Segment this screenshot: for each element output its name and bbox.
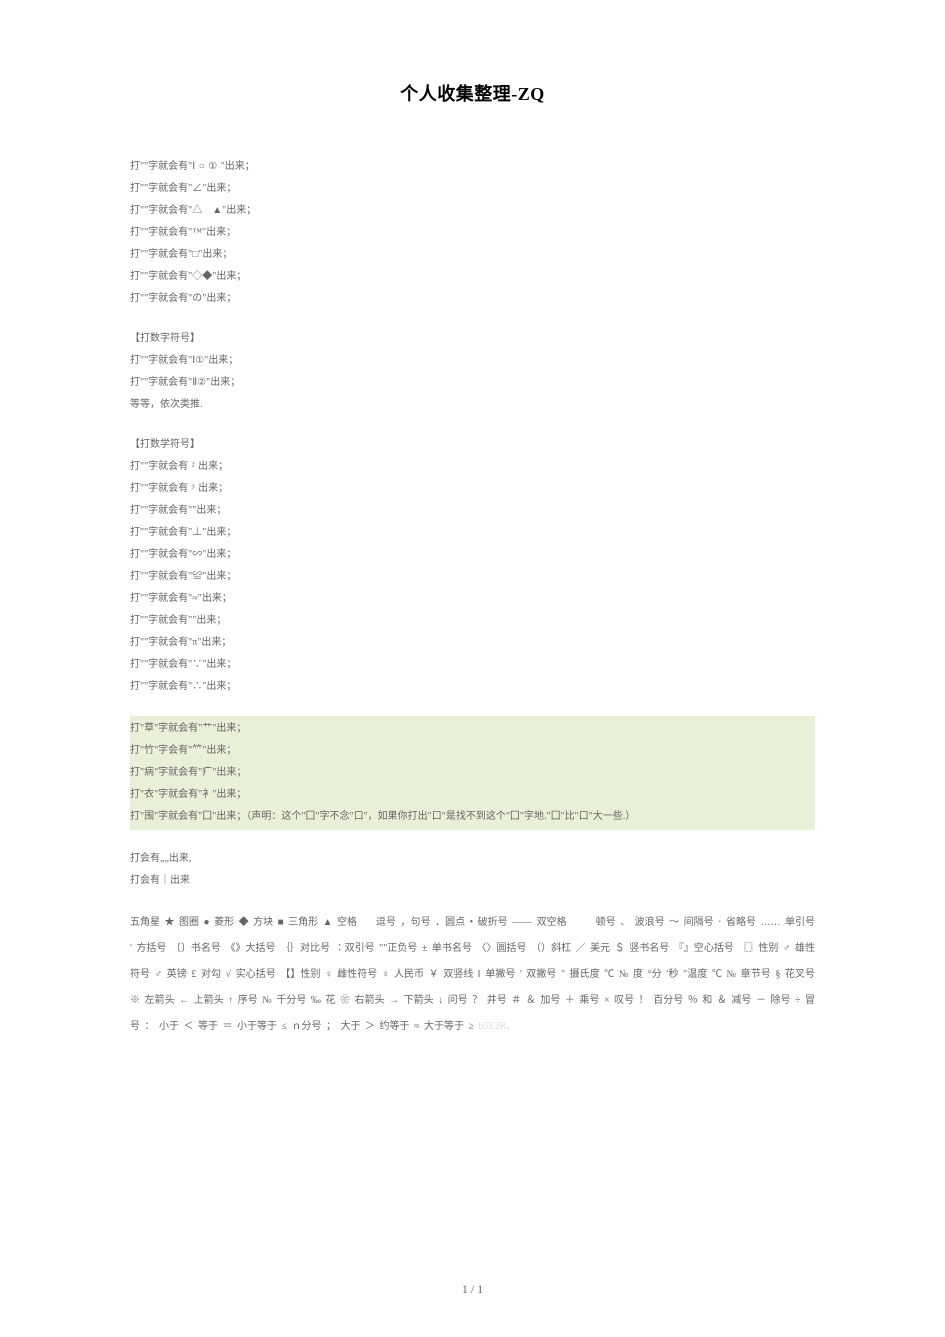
text-line: 打""字就会有""出来； xyxy=(130,500,815,522)
text-line: 打""字就会有"Ⅰ①"出来； xyxy=(130,350,815,372)
text-line: 打""字就会有"≌"出来； xyxy=(130,566,815,588)
text-line: 打""字就会有"∴"出来； xyxy=(130,676,815,698)
text-line: 打""字就会有"≈"出来； xyxy=(130,588,815,610)
text-line: 打""字就会有"∠"出来； xyxy=(130,178,815,200)
trailing-code: b5E2R。 xyxy=(478,1021,516,1032)
page-number: 1 / 1 xyxy=(462,1282,483,1297)
symbols-paragraph: 五角星 ★ 图圈 ● 菱形 ◆ 方块 ■ 三角形 ▲ 空格 逗号 ，句号 ．圆点… xyxy=(130,910,815,1040)
text-line: 打""字就会有"Ⅱ②"出来； xyxy=(130,372,815,394)
text-line: 打""字就会有"の"出来； xyxy=(130,288,815,310)
block-3: 【打数学符号】 打""字就会有 ² 出来； 打""字就会有 ³ 出来； 打""字… xyxy=(130,434,815,698)
text-line: 打""字就会有""出来； xyxy=(130,610,815,632)
text-line: 打""字就会有"⊥"出来； xyxy=(130,522,815,544)
text-line: 打""字就会有"□"出来； xyxy=(130,244,815,266)
page-container: 个人收集整理-ZQ 打""字就会有"Ⅰ ○ ① "出来； 打""字就会有"∠"出… xyxy=(0,0,945,1090)
block-1: 打""字就会有"Ⅰ ○ ① "出来； 打""字就会有"∠"出来； 打""字就会有… xyxy=(130,156,815,310)
text-line: 打""字就会有"△ ▲"出来； xyxy=(130,200,815,222)
text-line: 打会有„„出来, xyxy=(130,848,815,870)
block-2: 【打数字符号】 打""字就会有"Ⅰ①"出来； 打""字就会有"Ⅱ②"出来； 等等… xyxy=(130,328,815,416)
text-line: 打""字就会有"∵"出来； xyxy=(130,654,815,676)
section-heading: 【打数字符号】 xyxy=(130,328,815,350)
block-4-highlighted: 打"草"字就会有"艹"出来； 打"竹"字会有"⺮"出来； 打"病"字就会有"疒"… xyxy=(130,716,815,830)
text-line: 打"病"字就会有"疒"出来； xyxy=(130,762,815,784)
page-title: 个人收集整理-ZQ xyxy=(130,80,815,106)
text-line: 打""字就会有"™"出来； xyxy=(130,222,815,244)
block-5: 打会有„„出来, 打会有｜出来 xyxy=(130,848,815,892)
text-line: 打"围"字就会有"囗"出来；（声明：这个"囗"字不念"口"，如果你打出"口"是找… xyxy=(130,806,815,828)
symbols-text: 五角星 ★ 图圈 ● 菱形 ◆ 方块 ■ 三角形 ▲ 空格 逗号 ，句号 ．圆点… xyxy=(130,917,815,1032)
text-line: 打""字就会有"∽"出来； xyxy=(130,544,815,566)
text-line: 打"竹"字会有"⺮"出来； xyxy=(130,740,815,762)
text-line: 打"衣"字就会有"衤"出来； xyxy=(130,784,815,806)
text-line: 打""字就会有"Ⅰ ○ ① "出来； xyxy=(130,156,815,178)
text-line: 打会有｜出来 xyxy=(130,870,815,892)
section-heading: 【打数学符号】 xyxy=(130,434,815,456)
text-line: 打"草"字就会有"艹"出来； xyxy=(130,718,815,740)
text-line: 打""字就会有 ² 出来； xyxy=(130,456,815,478)
text-line: 打""字就会有 ³ 出来； xyxy=(130,478,815,500)
text-line: 等等，依次类推. xyxy=(130,394,815,416)
text-line: 打""字就会有"◇◆"出来； xyxy=(130,266,815,288)
text-line: 打""字就会有"π"出来； xyxy=(130,632,815,654)
